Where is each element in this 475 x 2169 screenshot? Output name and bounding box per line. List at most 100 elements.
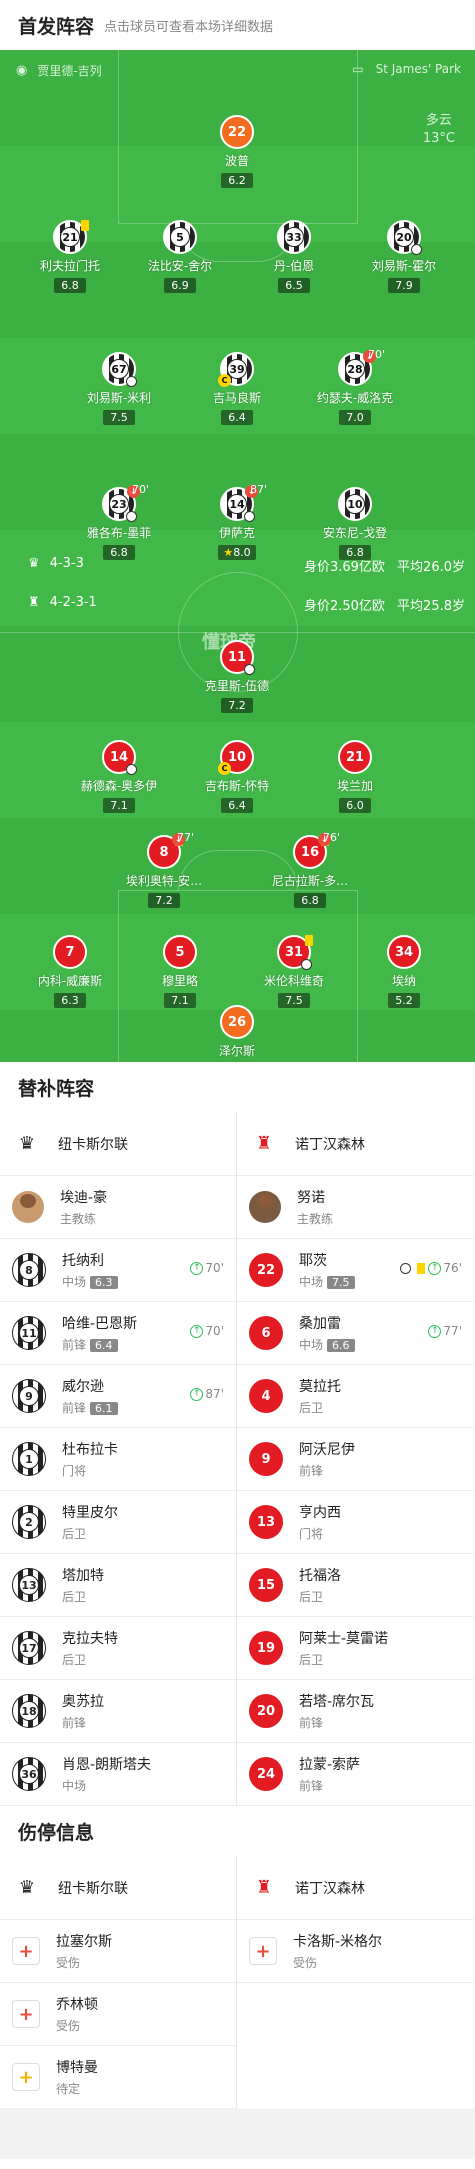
home-player[interactable]: 20 刘易斯-霍尔 7.9	[339, 220, 469, 293]
home-jersey[interactable]: 5	[163, 220, 197, 254]
away-jersey[interactable]: 10 C	[218, 740, 254, 775]
away-jersey[interactable]: 7	[53, 935, 87, 969]
away-sub-row[interactable]: 9 阿沃尼伊 前锋	[237, 1428, 474, 1491]
home-sub-row[interactable]: 9 威尔逊 前锋 6.1 ↑ 87'	[0, 1365, 236, 1428]
sub-time: 70'	[132, 483, 150, 496]
nottingham-logo-icon: ♜	[255, 1877, 273, 1898]
home-player[interactable]: 22 波普 6.2	[172, 115, 302, 188]
home-jersey[interactable]: 28 ↓	[338, 350, 376, 386]
away-sub-name: 亨内西	[299, 1505, 341, 1521]
home-player[interactable]: 14 ↓ 87' 伊萨克 ★8.0	[172, 483, 302, 560]
away-jersey[interactable]: 5	[163, 935, 197, 969]
home-player-name: 伊萨克	[218, 526, 255, 540]
home-sub-row[interactable]: 17 克拉夫特 后卫	[0, 1617, 236, 1680]
home-sub-pos: 后卫	[62, 1527, 87, 1541]
away-player[interactable]: 8 ↓ 77' 埃利奥特-安… 7.2	[99, 831, 229, 908]
away-sub-row[interactable]: 24 拉蒙-索萨 前锋	[237, 1743, 474, 1806]
home-player[interactable]: 28 ↓ 70' 约瑟夫-威洛克 7.0	[290, 348, 420, 425]
away-sub-row[interactable]: 20 若塔-席尔瓦 前锋	[237, 1680, 474, 1743]
home-sub-pos: 前锋	[62, 1716, 87, 1730]
home-injury-name: 乔林顿	[56, 1997, 98, 2013]
home-sub-rating: 6.3	[90, 1276, 118, 1289]
home-jersey[interactable]: 67	[102, 352, 137, 387]
away-injury-row[interactable]: + 卡洛斯-米格尔 受伤	[237, 1920, 474, 1983]
away-player[interactable]: 14 赫德森-奥多伊 7.1	[54, 740, 184, 813]
away-sub-row[interactable]: 22 耶茨 中场 7.5 ↑ 76'	[237, 1239, 474, 1302]
home-jersey[interactable]: 20	[387, 220, 422, 255]
away-sub-row[interactable]: 13 亨内西 门将	[237, 1491, 474, 1554]
home-player[interactable]: 39 C 吉马良斯 6.4	[172, 352, 302, 425]
home-injury-row[interactable]: + 博特曼 待定	[0, 2046, 236, 2109]
away-player[interactable]: 26泽尔斯5.7	[172, 1005, 302, 1062]
home-jersey[interactable]: 14 ↓	[220, 485, 258, 522]
away-jersey[interactable]: 16 ↓	[293, 833, 331, 869]
home-player-rating: 6.4	[221, 410, 253, 425]
home-sub-row[interactable]: 36 肖恩-朗斯塔夫 中场	[0, 1743, 236, 1806]
away-coach-row[interactable]: 努诺 主教练	[237, 1176, 474, 1239]
away-player[interactable]: 21 埃兰加 6.0	[290, 740, 420, 813]
away-sub-name: 若塔-席尔瓦	[299, 1694, 375, 1710]
home-sub-number: 1	[19, 1449, 39, 1469]
home-sub-row[interactable]: 1 杜布拉卡 门将	[0, 1428, 236, 1491]
home-injury-team-row[interactable]: ♛ 纽卡斯尔联	[0, 1856, 236, 1920]
home-player[interactable]: 10 安东尼-戈登 6.8	[290, 487, 420, 560]
away-player[interactable]: 5 穆里略 7.1	[115, 935, 245, 1008]
away-jersey[interactable]: 14	[102, 740, 137, 775]
away-jersey[interactable]: 34	[387, 935, 421, 969]
home-sub-name: 托纳利	[62, 1253, 104, 1269]
away-jersey[interactable]: 11	[220, 640, 255, 675]
home-sub-pos: 中场	[62, 1275, 87, 1289]
away-player-rating: 6.4	[221, 798, 253, 813]
away-player[interactable]: 16 ↓ 76' 尼古拉斯-多… 6.8	[245, 831, 375, 908]
home-sub-row[interactable]: 8 托纳利 中场 6.3 ↑ 70'	[0, 1239, 236, 1302]
home-sub-row[interactable]: 13 塔加特 后卫	[0, 1554, 236, 1617]
away-jersey[interactable]: 31	[277, 935, 313, 970]
home-player[interactable]: 23 ↓ 70' 雅各布-墨菲 6.8	[54, 483, 184, 560]
away-jersey[interactable]: 8 ↓	[147, 833, 185, 869]
home-player[interactable]: 5 法比安-舍尔 6.9	[115, 220, 245, 293]
home-injury-team-name: 纽卡斯尔联	[58, 1880, 128, 1897]
away-sub-row[interactable]: 6 桑加雷 中场 6.6 ↑ 77'	[237, 1302, 474, 1365]
home-coach-row[interactable]: 埃迪-豪 主教练	[0, 1176, 236, 1239]
away-team-row[interactable]: ♜ 诺丁汉森林	[237, 1112, 474, 1176]
home-sub-event: ↑ 70'	[190, 1324, 224, 1338]
away-sub-position: 前锋	[299, 1777, 360, 1794]
home-jersey[interactable]: 21	[53, 220, 89, 254]
home-jersey-number: 33	[284, 227, 304, 247]
home-sub-rating: 6.4	[90, 1339, 118, 1352]
away-coach-role: 主教练	[297, 1212, 334, 1226]
home-injury-row[interactable]: + 乔林顿 受伤	[0, 1983, 236, 2046]
away-player[interactable]: 11 克里斯-伍德 7.2	[172, 640, 302, 713]
away-sub-info: 莫拉托 后卫	[299, 1376, 341, 1416]
newcastle-logo-icon: ♛	[18, 1877, 36, 1898]
sub-in-icon: ↑	[428, 1261, 442, 1275]
home-team-row[interactable]: ♛ 纽卡斯尔联	[0, 1112, 236, 1176]
away-injury-team-row[interactable]: ♜ 诺丁汉森林	[237, 1856, 474, 1920]
home-player[interactable]: 67 刘易斯-米利 7.5	[54, 352, 184, 425]
sub-time: 70'	[368, 348, 386, 361]
referee-name: 贾里德-吉列	[37, 64, 102, 78]
home-sub-row[interactable]: 11 哈维-巴恩斯 前锋 6.4 ↑ 70'	[0, 1302, 236, 1365]
home-jersey[interactable]: 22	[220, 115, 254, 149]
away-player[interactable]: 34 埃纳 5.2	[339, 935, 469, 1008]
away-sub-time: 77'	[443, 1324, 462, 1338]
away-player[interactable]: 10 C 吉布斯-怀特 6.4	[172, 740, 302, 813]
away-sub-info: 阿沃尼伊 前锋	[299, 1439, 355, 1479]
away-sub-number: 24	[256, 1766, 276, 1782]
away-sub-row[interactable]: 15 托福洛 后卫	[237, 1554, 474, 1617]
home-jersey[interactable]: 33	[277, 220, 311, 254]
away-sub-row[interactable]: 19 阿莱士-莫雷诺 后卫	[237, 1617, 474, 1680]
away-sub-row[interactable]: 4 莫拉托 后卫	[237, 1365, 474, 1428]
away-sub-jersey: 24	[249, 1757, 283, 1791]
rating-value: 6.4	[228, 411, 246, 424]
home-jersey[interactable]: 39 C	[218, 352, 254, 387]
home-sub-row[interactable]: 18 奥苏拉 前锋	[0, 1680, 236, 1743]
home-sub-row[interactable]: 2 特里皮尔 后卫	[0, 1491, 236, 1554]
home-injury-info: 拉塞尔斯 受伤	[56, 1931, 112, 1971]
home-injury-row[interactable]: + 拉塞尔斯 受伤	[0, 1920, 236, 1983]
home-sub-jersey: 17	[12, 1631, 46, 1665]
away-jersey[interactable]: 26	[220, 1005, 254, 1039]
home-jersey[interactable]: 10	[338, 487, 372, 521]
home-jersey[interactable]: 23 ↓	[102, 485, 140, 522]
away-jersey[interactable]: 21	[338, 740, 372, 774]
